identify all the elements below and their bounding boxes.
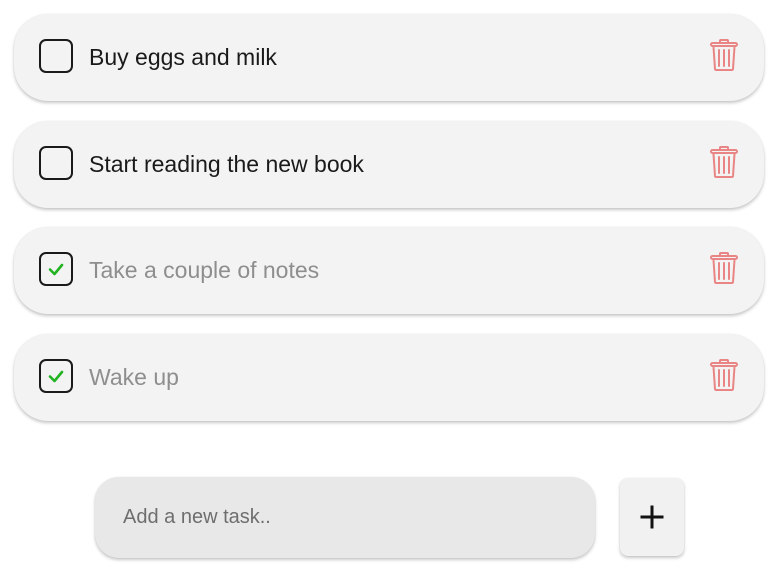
new-task-input[interactable] — [95, 477, 595, 558]
delete-task-button[interactable] — [710, 358, 738, 391]
task-checkbox[interactable] — [39, 252, 73, 286]
task-label: Start reading the new book — [89, 150, 364, 177]
delete-task-button[interactable] — [710, 145, 738, 178]
task-checkbox[interactable] — [39, 39, 73, 73]
task-label: Buy eggs and milk — [89, 44, 277, 70]
task-label: Wake up — [89, 363, 179, 390]
delete-task-button[interactable] — [710, 39, 738, 71]
task-item: Wake up — [14, 333, 764, 421]
trash-icon — [710, 39, 738, 71]
task-item: Buy eggs and milk — [14, 14, 764, 101]
task-item: Start reading the new book — [14, 120, 764, 208]
trash-icon — [710, 252, 738, 284]
delete-task-button[interactable] — [710, 252, 738, 284]
task-list: Buy eggs and milk Start reading the new … — [14, 14, 764, 440]
todo-app: Buy eggs and milk Start reading the new … — [0, 0, 778, 569]
task-checkbox[interactable] — [39, 145, 73, 180]
plus-icon — [640, 505, 664, 529]
task-label: Take a couple of notes — [89, 257, 320, 283]
add-task-button[interactable] — [620, 478, 684, 556]
add-task-bar — [95, 477, 684, 558]
task-checkbox[interactable] — [39, 358, 73, 393]
task-item: Take a couple of notes — [14, 227, 764, 314]
trash-icon — [710, 358, 738, 391]
trash-icon — [710, 145, 738, 178]
check-icon — [48, 370, 64, 382]
check-icon — [48, 263, 64, 276]
